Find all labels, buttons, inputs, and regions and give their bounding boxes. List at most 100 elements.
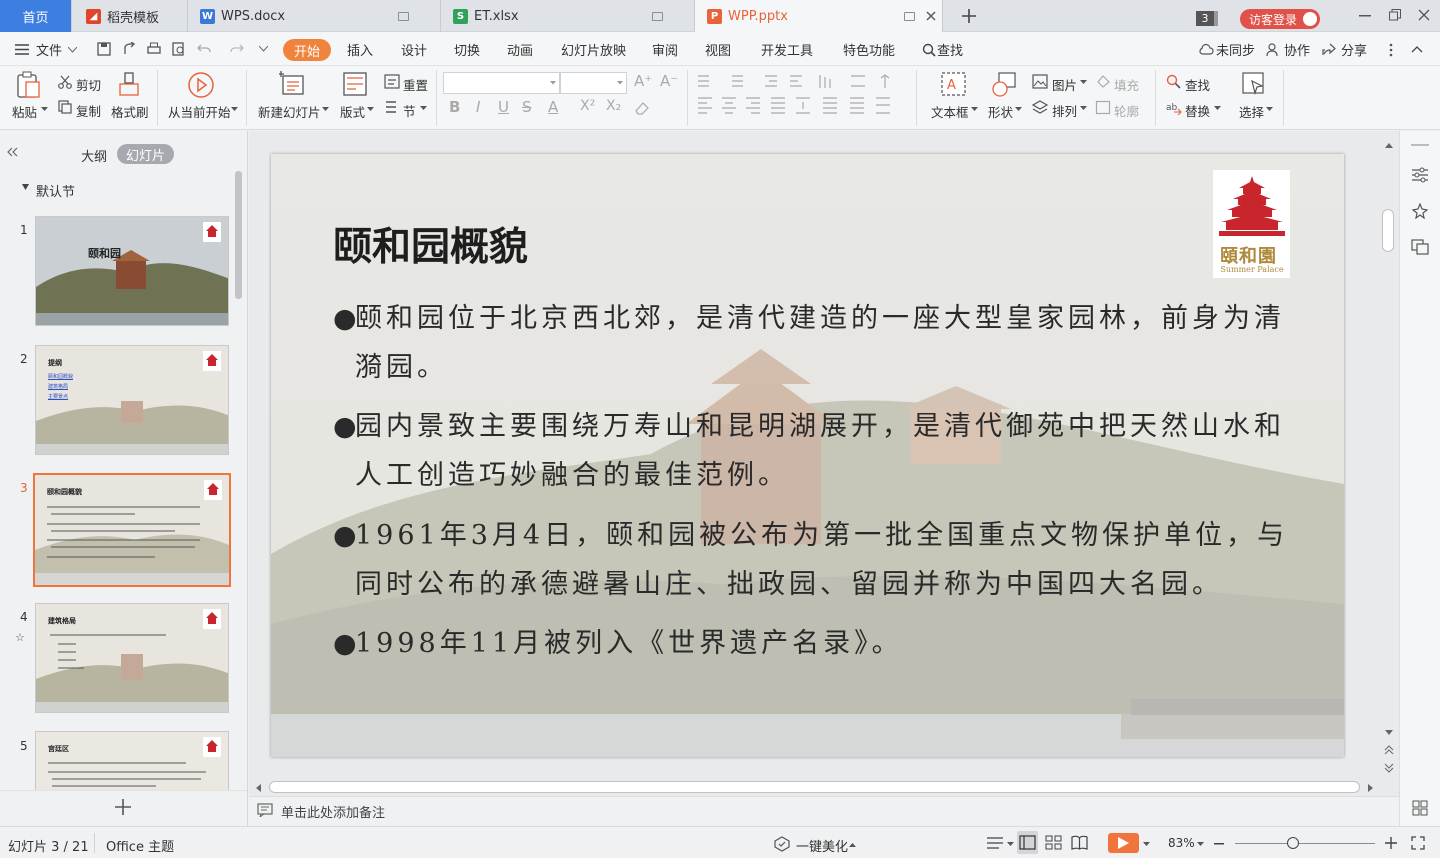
paragraph-tools-icon[interactable] — [695, 72, 915, 120]
save-icon[interactable] — [97, 42, 111, 56]
play-from-current-icon[interactable] — [187, 71, 215, 99]
zoom-out-icon[interactable] — [1214, 843, 1224, 845]
slide-thumbnail-2[interactable]: 提纲 颐和园概貌 建筑格局 主要景点 — [35, 345, 229, 455]
menu-share[interactable]: 分享 — [1341, 40, 1367, 59]
section-icon[interactable] — [384, 100, 400, 115]
cut-label[interactable]: 剪切 — [76, 75, 101, 94]
tab-developer[interactable]: 开发工具 — [761, 40, 813, 59]
outline-tab[interactable]: 大纲 — [81, 146, 107, 165]
tab-review[interactable]: 审阅 — [652, 40, 678, 59]
slide-bullet[interactable]: ●园内景致主要围绕万寿山和昆明湖展开，是清代御苑中把天然山水和人工创造巧妙融合的… — [333, 402, 1293, 500]
fill-label[interactable]: 填充 — [1114, 75, 1139, 94]
picture-icon[interactable] — [1032, 74, 1048, 89]
slide-count-status[interactable]: 幻灯片 3 / 21 — [8, 836, 89, 855]
subscript-icon[interactable]: X₂ — [606, 98, 621, 114]
previous-slide-icon[interactable] — [1384, 745, 1394, 755]
find-label[interactable]: 查找 — [1185, 75, 1210, 94]
outline-label[interactable]: 轮廓 — [1114, 101, 1139, 120]
minimize-icon[interactable] — [1359, 15, 1371, 17]
slide-editor[interactable]: 颐和园概貌 頤和園 Summer Palace ●颐和园位于北京西北郊，是清代建… — [271, 154, 1344, 757]
hamburger-icon[interactable] — [15, 44, 29, 55]
undo-icon[interactable] — [197, 43, 211, 55]
format-painter-icon[interactable] — [118, 71, 140, 97]
scroll-up-icon[interactable] — [1385, 143, 1393, 148]
search-icon[interactable] — [922, 43, 936, 57]
chevron-down-icon[interactable] — [1015, 107, 1022, 112]
normal-view-icon[interactable] — [1019, 835, 1036, 850]
paste-icon[interactable] — [16, 71, 42, 99]
slide-title[interactable]: 颐和园概貌 — [333, 216, 528, 272]
pin-icon[interactable] — [904, 12, 915, 21]
zoom-level[interactable]: 83% — [1168, 836, 1195, 850]
slide-bullet[interactable]: ●1998年11月被列入《世界遗产名录》。 — [333, 619, 1293, 668]
arrange-icon[interactable] — [1032, 100, 1048, 115]
zoom-in-icon[interactable] — [1385, 837, 1397, 849]
panel-scrollbar[interactable] — [235, 171, 242, 299]
properties-icon[interactable] — [1411, 167, 1429, 183]
section-name[interactable]: 默认节 — [36, 181, 75, 200]
select-label[interactable]: 选择 — [1239, 102, 1264, 121]
reset-label[interactable]: 重置 — [403, 75, 428, 94]
scroll-left-icon[interactable] — [256, 784, 261, 792]
strikethrough-icon[interactable]: S — [522, 98, 532, 116]
tab-wps-docx[interactable]: W WPS.docx — [188, 0, 441, 32]
chevron-down-icon[interactable] — [367, 107, 374, 112]
reading-view-icon[interactable] — [1071, 835, 1088, 850]
close-window-icon[interactable] — [1418, 9, 1430, 21]
italic-icon[interactable]: I — [476, 98, 480, 116]
tab-home[interactable]: 首页 — [0, 0, 72, 32]
chevron-down-icon[interactable] — [1080, 106, 1087, 111]
vertical-scroll-thumb[interactable] — [1382, 209, 1394, 252]
decrease-font-icon[interactable]: A⁻ — [660, 72, 678, 90]
tab-features[interactable]: 特色功能 — [843, 40, 895, 59]
underline-icon[interactable]: U — [498, 98, 509, 116]
chevron-down-icon[interactable] — [1214, 106, 1221, 111]
menu-sync[interactable]: 未同步 — [1216, 40, 1255, 59]
notes-view-icon[interactable] — [986, 837, 1004, 850]
next-slide-icon[interactable] — [1384, 763, 1394, 773]
pin-icon[interactable] — [652, 12, 663, 21]
text-box-label[interactable]: 文本框 — [931, 102, 969, 121]
beautify-icon[interactable] — [774, 836, 790, 852]
shape-label[interactable]: 形状 — [988, 102, 1013, 121]
copy-icon[interactable] — [58, 100, 72, 114]
chevron-down-icon[interactable] — [617, 81, 623, 85]
picture-label[interactable]: 图片 — [1052, 75, 1077, 94]
tab-daoke[interactable]: ◢ 稻壳模板 — [72, 0, 188, 32]
close-tab-icon[interactable] — [926, 11, 936, 21]
zoom-slider[interactable] — [1235, 843, 1375, 844]
format-painter-label[interactable]: 格式刷 — [111, 102, 149, 121]
notes-pane[interactable]: 单击此处添加备注 — [249, 796, 1399, 826]
chevron-down-icon[interactable] — [41, 107, 48, 112]
shape-icon[interactable] — [991, 72, 1017, 98]
chevron-down-icon[interactable] — [971, 107, 978, 112]
tab-start[interactable]: 开始 — [283, 39, 331, 61]
menu-search[interactable]: 查找 — [937, 40, 963, 59]
window-count-badge[interactable]: 3 — [1196, 11, 1214, 26]
cloud-sync-icon[interactable] — [1199, 43, 1214, 56]
font-name-combo[interactable] — [443, 72, 560, 94]
chevron-down-icon[interactable] — [68, 47, 77, 53]
chevron-down-icon[interactable] — [420, 106, 427, 111]
tab-view[interactable]: 视图 — [705, 40, 731, 59]
tab-design[interactable]: 设计 — [401, 40, 427, 59]
notes-placeholder[interactable]: 单击此处添加备注 — [281, 802, 385, 821]
share-icon[interactable] — [1322, 43, 1337, 56]
chevron-down-icon[interactable] — [550, 81, 556, 85]
tab-wpp-pptx[interactable]: P WPP.pptx — [695, 0, 943, 32]
chevron-down-icon[interactable] — [1143, 842, 1150, 847]
grid-apps-icon[interactable] — [1412, 800, 1428, 816]
layout-label[interactable]: 版式 — [340, 102, 365, 121]
zoom-slider-thumb[interactable] — [1287, 837, 1299, 849]
slides-tab[interactable]: 幻灯片 — [117, 144, 174, 164]
redo-icon[interactable] — [230, 43, 244, 55]
quick-access-more-icon[interactable] — [259, 46, 268, 52]
select-icon[interactable] — [1242, 72, 1266, 96]
increase-font-icon[interactable]: A⁺ — [634, 72, 652, 90]
slide-bullet[interactable]: ●1961年3月4日，颐和园被公布为第一批全国重点文物保护单位，与同时公布的承德… — [333, 511, 1318, 609]
section-collapse-icon[interactable] — [22, 184, 30, 191]
copy-label[interactable]: 复制 — [76, 101, 101, 120]
outline-icon[interactable] — [1095, 100, 1111, 115]
new-slide-icon[interactable] — [279, 71, 305, 97]
arrange-label[interactable]: 排列 — [1052, 101, 1077, 120]
